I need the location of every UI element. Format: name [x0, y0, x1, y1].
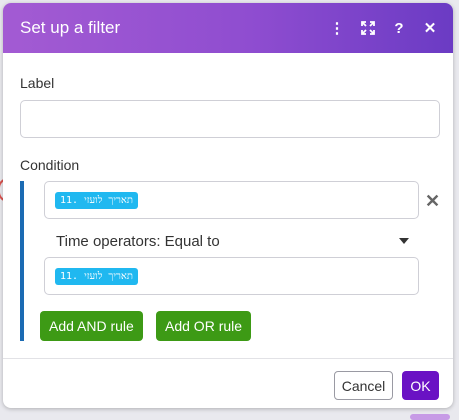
label-input[interactable] [20, 100, 440, 138]
first-operand-field[interactable]: 11. תאריך לועזי [44, 181, 419, 219]
background-element [410, 414, 450, 420]
filter-dialog: Set up a filter ⋮ ? ✕ Label Condition 11… [3, 3, 453, 408]
dialog-header: Set up a filter ⋮ ? ✕ [3, 3, 453, 53]
operator-value: Time operators: Equal to [56, 232, 220, 250]
add-or-rule-button[interactable]: Add OR rule [156, 311, 252, 341]
operator-select[interactable]: Time operators: Equal to [44, 225, 419, 257]
variable-pill[interactable]: 11. תאריך לועזי [55, 267, 138, 285]
help-icon[interactable]: ? [388, 17, 410, 39]
expand-icon[interactable] [357, 17, 379, 39]
ok-button[interactable]: OK [402, 371, 439, 400]
dialog-footer: Cancel OK [3, 358, 453, 408]
dialog-body: Label Condition 11. תאריך לועזי Time ope… [3, 53, 453, 358]
more-vertical-icon[interactable]: ⋮ [326, 17, 348, 39]
cancel-button[interactable]: Cancel [334, 371, 393, 400]
label-field-label: Label [20, 75, 55, 91]
add-and-rule-button[interactable]: Add AND rule [40, 311, 143, 341]
condition-label: Condition [20, 157, 80, 173]
second-operand-field[interactable]: 11. תאריך לועזי [44, 257, 419, 295]
chevron-down-icon [399, 238, 409, 244]
close-icon[interactable]: ✕ [419, 17, 441, 39]
delete-condition-icon[interactable]: ✕ [425, 191, 440, 212]
variable-pill[interactable]: 11. תאריך לועזי [55, 191, 138, 209]
dialog-title: Set up a filter [20, 18, 121, 37]
